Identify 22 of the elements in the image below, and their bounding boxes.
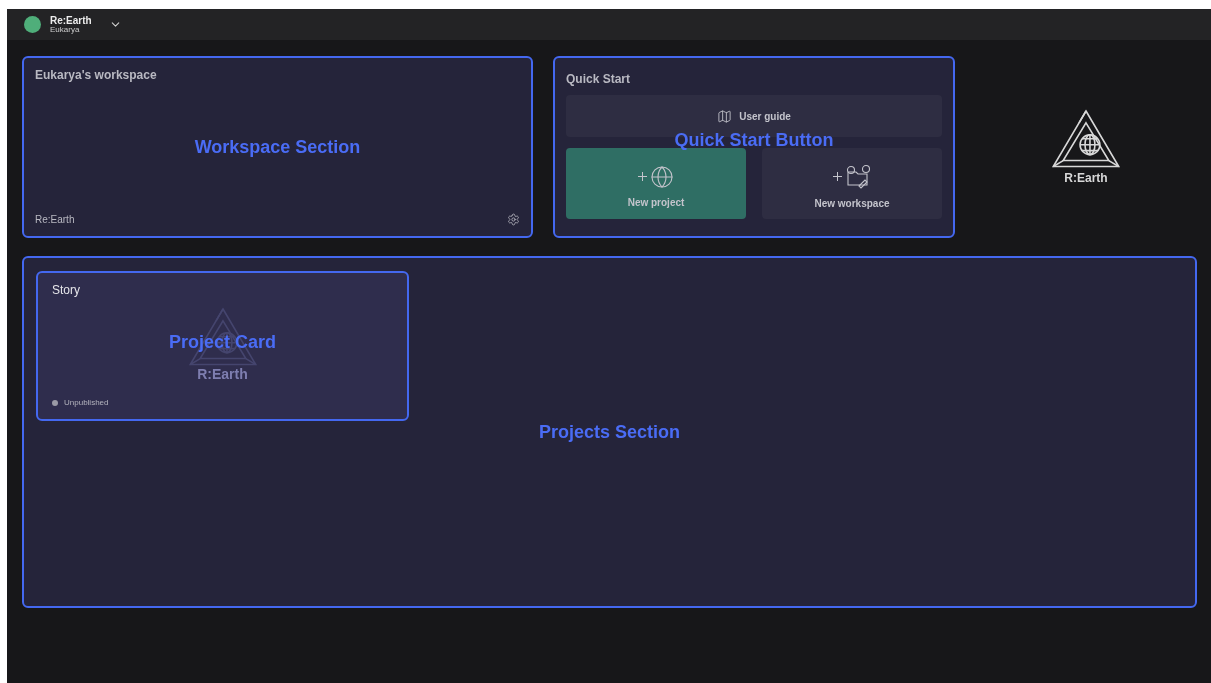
annotation-label: Project Card bbox=[169, 331, 276, 353]
settings-icon[interactable] bbox=[507, 213, 520, 226]
project-title: Story bbox=[52, 283, 80, 297]
status-text: Unpublished bbox=[64, 398, 109, 407]
logo-placeholder-text: R:Earth bbox=[197, 366, 248, 383]
logo-icon bbox=[1051, 109, 1121, 169]
annotation-label: Workspace Section bbox=[194, 136, 361, 158]
avatar bbox=[24, 16, 41, 33]
workspace-footer: Re:Earth bbox=[35, 214, 75, 225]
team-name: Re:Earth bbox=[50, 14, 92, 26]
quick-start-button[interactable]: New workspace bbox=[762, 148, 942, 219]
user-name: Eukarya bbox=[50, 25, 81, 35]
globe-icon bbox=[650, 164, 674, 189]
project-card[interactable]: Story Project Card R:Earth Unpublished bbox=[36, 271, 409, 421]
quick-start-title: Quick Start bbox=[566, 72, 631, 86]
map-icon bbox=[717, 108, 733, 124]
logo-text: R:Earth bbox=[1064, 170, 1108, 185]
annotation-label: Projects Section bbox=[539, 421, 680, 443]
plus-icon bbox=[833, 172, 842, 181]
workspace-title: Eukarya's workspace bbox=[35, 68, 157, 82]
plus-icon bbox=[638, 172, 647, 181]
folder-icon bbox=[845, 163, 871, 190]
